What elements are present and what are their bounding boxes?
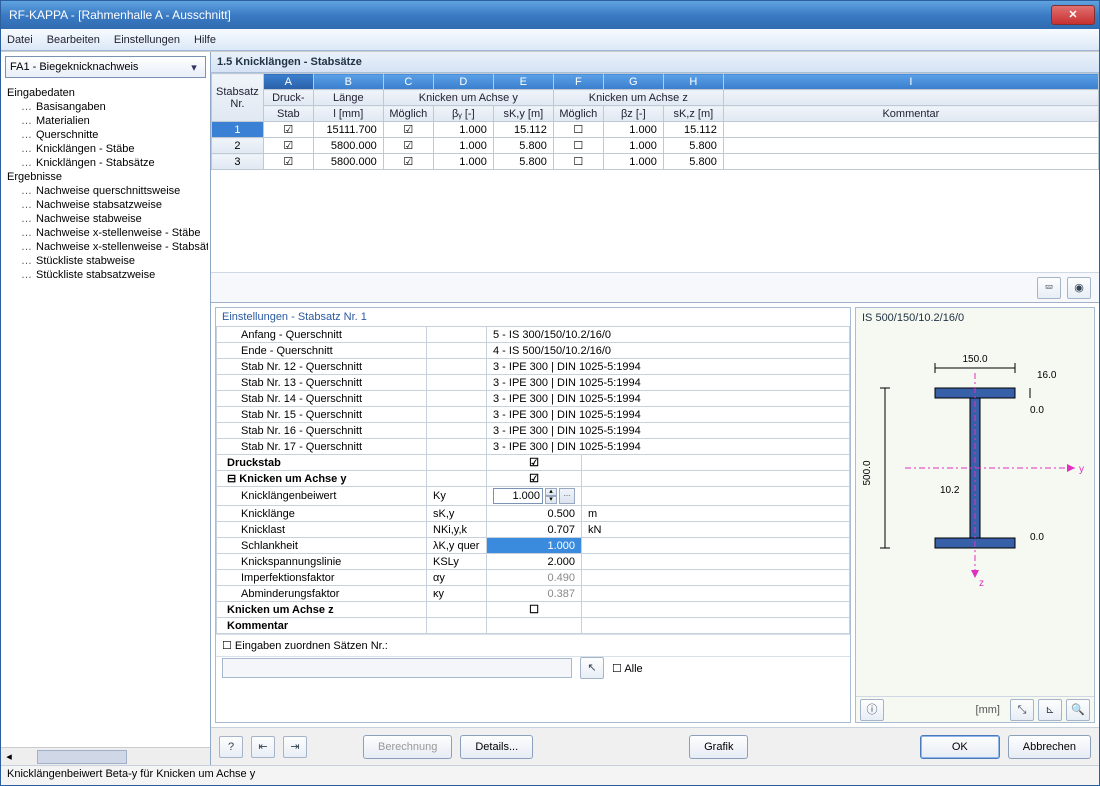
table-row: 2 5800.000 1.000 5.800 1.000 5.800 (212, 138, 1099, 154)
main-panel: 1.5 Knicklängen - Stabsätze StabsatzNr. … (211, 52, 1099, 765)
checkbox[interactable] (263, 122, 313, 138)
col-b[interactable]: B (313, 74, 383, 90)
preview-unit: [mm] (976, 704, 1000, 716)
button-row: ? ⇤ ⇥ Berechnung Details... Grafik OK Ab… (211, 727, 1099, 765)
data-grid[interactable]: StabsatzNr. A B C D E F G H I Druck-Läng… (211, 73, 1099, 170)
svg-text:0.0: 0.0 (1030, 532, 1044, 543)
tree-item[interactable]: Querschnitte (3, 128, 208, 142)
grafik-button[interactable]: Grafik (689, 735, 748, 759)
preview-title: IS 500/150/10.2/16/0 (856, 308, 1094, 328)
checkbox[interactable] (553, 154, 603, 170)
titlebar: RF-KAPPA - [Rahmenhalle A - Ausschnitt] … (1, 1, 1099, 29)
details-panel: Einstellungen - Stabsatz Nr. 1 Anfang - … (215, 307, 851, 723)
tree-item[interactable]: Stückliste stabweise (3, 254, 208, 268)
tree-item[interactable]: Nachweise querschnittsweise (3, 184, 208, 198)
zoom-icon[interactable]: 🔍 (1066, 699, 1090, 721)
next-icon[interactable]: ⇥ (283, 736, 307, 758)
table-row: 1 15111.700 1.000 15.112 1.000 15.112 (212, 122, 1099, 138)
tree-item[interactable]: Materialien (3, 114, 208, 128)
sidebar: FA1 - Biegeknicknachweis ▾ Eingabedaten … (1, 52, 211, 765)
tree-group-input[interactable]: Eingabedaten (3, 86, 208, 100)
assign-input[interactable] (222, 658, 572, 678)
assign-checkbox[interactable]: ☐ Eingaben zuordnen Sätzen Nr.: (222, 639, 388, 652)
excel-export-icon[interactable]: ⮹ (1037, 277, 1061, 299)
col-g[interactable]: G (603, 74, 663, 90)
info-icon[interactable]: ⓘ (860, 699, 884, 721)
ky-spinner[interactable]: ▴▾… (493, 488, 575, 504)
nav-tree: Eingabedaten Basisangaben Materialien Qu… (1, 82, 210, 747)
menu-help[interactable]: Hilfe (194, 34, 216, 46)
col-d[interactable]: D (433, 74, 493, 90)
section-title: 1.5 Knicklängen - Stabsätze (211, 52, 1099, 73)
svg-text:10.2: 10.2 (940, 485, 960, 496)
close-button[interactable]: ✕ (1051, 5, 1095, 25)
tree-item[interactable]: Nachweise stabsatzweise (3, 198, 208, 212)
checkbox[interactable] (553, 122, 603, 138)
chevron-down-icon: ▾ (187, 61, 201, 74)
menu-edit[interactable]: Bearbeiten (47, 34, 100, 46)
checkbox[interactable] (263, 154, 313, 170)
cross-section-svg: 500.0 150.0 16.0 0.0 0.0 10.2 (856, 328, 1094, 598)
svg-text:500.0: 500.0 (862, 460, 873, 485)
col-f[interactable]: F (553, 74, 603, 90)
prev-icon[interactable]: ⇤ (251, 736, 275, 758)
col-h[interactable]: H (663, 74, 723, 90)
tree-group-results[interactable]: Ergebnisse (3, 170, 208, 184)
tree-item[interactable]: Nachweise x-stellenweise - Stäbe (3, 226, 208, 240)
properties-table[interactable]: Anfang - Querschnitt5 - IS 300/150/10.2/… (216, 326, 850, 634)
grid-area: StabsatzNr. A B C D E F G H I Druck-Läng… (211, 73, 1099, 303)
ky-input[interactable] (493, 488, 543, 504)
menubar: Datei Bearbeiten Einstellungen Hilfe (1, 29, 1099, 51)
menu-settings[interactable]: Einstellungen (114, 34, 180, 46)
cross-section-preview: IS 500/150/10.2/16/0 500.0 (855, 307, 1095, 723)
svg-text:16.0: 16.0 (1037, 370, 1057, 381)
tree-item[interactable]: Knicklängen - Stabsätze (3, 156, 208, 170)
checkbox[interactable] (383, 154, 433, 170)
tree-item[interactable]: Basisangaben (3, 100, 208, 114)
case-dropdown[interactable]: FA1 - Biegeknicknachweis ▾ (5, 56, 206, 78)
checkbox[interactable] (553, 138, 603, 154)
details-button[interactable]: Details... (460, 735, 533, 759)
help-icon[interactable]: ? (219, 736, 243, 758)
checkbox[interactable] (383, 138, 433, 154)
tree-item[interactable]: Knicklängen - Stäbe (3, 142, 208, 156)
col-e[interactable]: E (493, 74, 553, 90)
checkbox[interactable] (263, 138, 313, 154)
pick-icon[interactable]: ↖ (580, 657, 604, 679)
col-i[interactable]: I (723, 74, 1098, 90)
col-c[interactable]: C (383, 74, 433, 90)
tree-item[interactable]: Nachweise x-stellenweise - Stabsätze (3, 240, 208, 254)
svg-text:0.0: 0.0 (1030, 405, 1044, 416)
tree-item[interactable]: Nachweise stabweise (3, 212, 208, 226)
svg-text:z: z (979, 578, 984, 589)
status-bar: Knicklängenbeiwert Beta-y für Knicken um… (1, 765, 1099, 785)
tree-item[interactable]: Stückliste stabsatzweise (3, 268, 208, 282)
dimension-icon[interactable]: ⊾ (1038, 699, 1062, 721)
calc-button[interactable]: Berechnung (363, 735, 452, 759)
app-window: RF-KAPPA - [Rahmenhalle A - Ausschnitt] … (0, 0, 1100, 786)
view-icon[interactable]: ◉ (1067, 277, 1091, 299)
details-title: Einstellungen - Stabsatz Nr. 1 (216, 308, 850, 326)
col-a[interactable]: A (263, 74, 313, 90)
svg-text:y: y (1079, 464, 1084, 475)
ky-dots-button[interactable]: … (559, 488, 575, 504)
case-dropdown-value: FA1 - Biegeknicknachweis (10, 61, 187, 73)
alle-checkbox[interactable]: ☐ Alle (612, 662, 643, 675)
sidebar-scrollbar[interactable]: ◂ (1, 747, 210, 765)
svg-text:150.0: 150.0 (962, 354, 987, 365)
window-title: RF-KAPPA - [Rahmenhalle A - Ausschnitt] (5, 8, 1051, 22)
table-row: 3 5800.000 1.000 5.800 1.000 5.800 (212, 154, 1099, 170)
checkbox[interactable] (383, 122, 433, 138)
menu-file[interactable]: Datei (7, 34, 33, 46)
axis-icon[interactable]: ⤡ (1010, 699, 1034, 721)
cancel-button[interactable]: Abbrechen (1008, 735, 1091, 759)
ok-button[interactable]: OK (920, 735, 1000, 759)
